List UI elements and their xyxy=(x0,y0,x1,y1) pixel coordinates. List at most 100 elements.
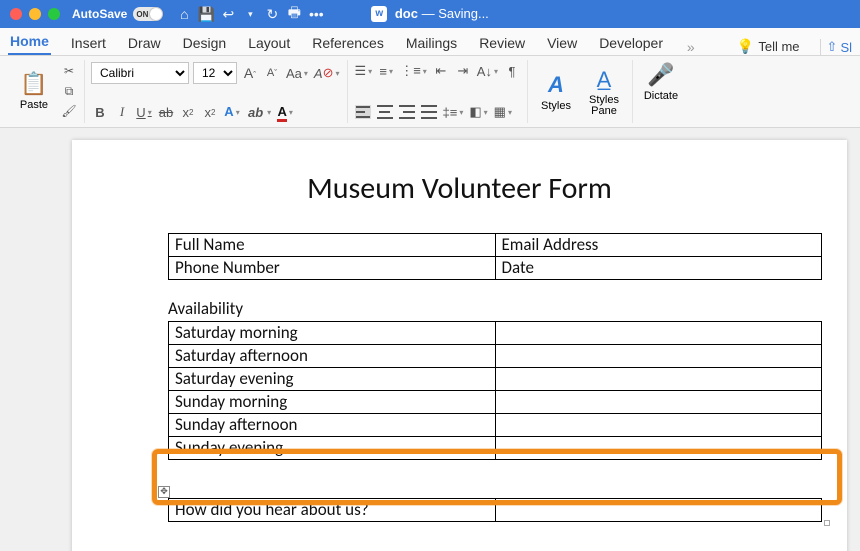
font-size-select[interactable]: 12 xyxy=(193,62,237,84)
tab-design[interactable]: Design xyxy=(181,31,229,55)
cell-phone[interactable]: Phone Number xyxy=(169,257,496,280)
autosave-toggle[interactable]: AutoSave ON xyxy=(72,7,163,21)
align-left-button[interactable] xyxy=(354,103,372,121)
show-marks-button[interactable]: ¶ xyxy=(503,62,521,80)
save-icon[interactable]: 💾 xyxy=(197,6,215,23)
align-right-button[interactable] xyxy=(398,103,416,121)
line-spacing-button[interactable]: ‡≡ xyxy=(442,103,465,121)
sort-button[interactable]: A↓ xyxy=(476,62,499,80)
title-sep: — xyxy=(422,6,439,21)
clear-formatting-icon[interactable]: A⊘ xyxy=(313,64,341,82)
subscript-button[interactable]: x2 xyxy=(179,103,197,121)
table-row[interactable]: Sunday afternoon xyxy=(169,414,822,437)
table-move-handle-icon[interactable]: ✥ xyxy=(158,486,170,498)
minimize-window-button[interactable] xyxy=(29,8,41,20)
table-row[interactable]: How did you hear about us? xyxy=(169,499,822,522)
share-icon: ⇧ xyxy=(827,39,838,55)
cell-hear-about[interactable]: How did you hear about us? xyxy=(169,499,496,522)
format-painter-icon[interactable]: 🖌 xyxy=(60,102,78,120)
underline-button[interactable]: U xyxy=(135,103,153,121)
table-row[interactable]: Phone Number Date xyxy=(169,257,822,280)
print-icon[interactable]: 🖶 xyxy=(285,2,303,26)
cell-hear-about-value[interactable] xyxy=(495,499,822,522)
tab-insert[interactable]: Insert xyxy=(69,31,108,55)
table-row[interactable]: Sunday evening xyxy=(169,437,822,460)
table-row[interactable]: Saturday morning xyxy=(169,322,822,345)
table-row[interactable]: Full Name Email Address xyxy=(169,234,822,257)
multilevel-list-button[interactable]: ⋮≡ xyxy=(399,62,428,80)
styles-pane-icon: A̲ xyxy=(597,67,612,93)
close-window-button[interactable] xyxy=(10,8,22,20)
increase-indent-button[interactable]: ⇥ xyxy=(454,62,472,80)
doc-title[interactable]: Museum Volunteer Form xyxy=(72,170,847,207)
italic-button[interactable]: I xyxy=(113,103,131,121)
dictate-label: Dictate xyxy=(644,90,678,102)
styles-pane-button[interactable]: A̲ Styles Pane xyxy=(582,67,626,117)
cell-email[interactable]: Email Address xyxy=(495,234,822,257)
table-row[interactable]: Saturday evening xyxy=(169,368,822,391)
share-label: Sl xyxy=(840,40,852,55)
autosave-label: AutoSave xyxy=(72,7,127,21)
tell-me-label: Tell me xyxy=(758,39,799,54)
group-paragraph: ☰ ≡ ⋮≡ ⇤ ⇥ A↓ ¶ ‡≡ ◧ ▦ xyxy=(348,60,528,123)
font-color-button[interactable]: A xyxy=(276,103,294,121)
cell-full-name[interactable]: Full Name xyxy=(169,234,496,257)
undo-icon[interactable]: ↩ xyxy=(219,6,237,23)
bold-button[interactable]: B xyxy=(91,103,109,121)
justify-button[interactable] xyxy=(420,103,438,121)
superscript-button[interactable]: x2 xyxy=(201,103,219,121)
titlebar: AutoSave ON ⌂ 💾 ↩ ▾ ↻ 🖶 ••• w doc — Savi… xyxy=(0,0,860,28)
tabs-overflow-icon[interactable]: » xyxy=(683,39,695,55)
availability-table[interactable]: Saturday morning Saturday afternoon Satu… xyxy=(168,321,822,460)
doc-name: doc xyxy=(395,6,418,21)
tell-me-search[interactable]: 💡 Tell me xyxy=(737,38,800,55)
tab-layout[interactable]: Layout xyxy=(246,31,292,55)
contact-table[interactable]: Full Name Email Address Phone Number Dat… xyxy=(168,233,822,280)
increase-font-icon[interactable]: Aˆ xyxy=(241,64,259,82)
cut-icon[interactable]: ✂ xyxy=(60,62,78,80)
autosave-switch[interactable]: ON xyxy=(133,7,163,21)
tab-view[interactable]: View xyxy=(545,31,579,55)
redo-icon[interactable]: ↻ xyxy=(263,6,281,23)
decrease-font-icon[interactable]: Aˇ xyxy=(263,64,281,82)
tab-home[interactable]: Home xyxy=(8,29,51,55)
align-center-button[interactable] xyxy=(376,103,394,121)
decrease-indent-button[interactable]: ⇤ xyxy=(432,62,450,80)
paste-button[interactable]: 📋 Paste xyxy=(12,71,56,111)
tab-mailings[interactable]: Mailings xyxy=(404,31,459,55)
availability-heading[interactable]: Availability xyxy=(168,298,847,319)
numbering-button[interactable]: ≡ xyxy=(377,62,395,80)
copy-icon[interactable]: ⧉ xyxy=(60,82,78,100)
highlight-button[interactable]: ab xyxy=(245,103,272,121)
page[interactable]: Museum Volunteer Form Full Name Email Ad… xyxy=(72,140,847,551)
table-row[interactable]: Saturday afternoon xyxy=(169,345,822,368)
styles-icon: A xyxy=(548,72,564,98)
home-icon[interactable]: ⌂ xyxy=(175,6,193,22)
tab-references[interactable]: References xyxy=(310,31,386,55)
document-workspace[interactable]: Museum Volunteer Form Full Name Email Ad… xyxy=(0,128,860,551)
dictate-button[interactable]: 🎤 Dictate xyxy=(639,62,683,102)
table-resize-handle-icon[interactable] xyxy=(824,520,830,526)
tab-developer[interactable]: Developer xyxy=(597,31,665,55)
text-effects-button[interactable]: A xyxy=(223,103,241,121)
tab-draw[interactable]: Draw xyxy=(126,31,163,55)
tab-review[interactable]: Review xyxy=(477,31,527,55)
borders-button[interactable]: ▦ xyxy=(493,103,513,121)
strikethrough-button[interactable]: ab xyxy=(157,103,175,121)
group-clipboard: 📋 Paste ✂ ⧉ 🖌 xyxy=(6,60,85,123)
styles-button[interactable]: A Styles xyxy=(534,72,578,112)
ribbon-tabs: Home Insert Draw Design Layout Reference… xyxy=(0,28,860,56)
more-icon[interactable]: ••• xyxy=(307,6,325,22)
group-styles: A Styles A̲ Styles Pane xyxy=(528,60,633,123)
undo-dropdown-icon[interactable]: ▾ xyxy=(241,9,259,20)
share-button[interactable]: ⇧ Sl xyxy=(820,39,852,55)
paste-label: Paste xyxy=(20,99,48,111)
cell-date[interactable]: Date xyxy=(495,257,822,280)
table-row[interactable]: Sunday morning xyxy=(169,391,822,414)
zoom-window-button[interactable] xyxy=(48,8,60,20)
font-name-select[interactable]: Calibri xyxy=(91,62,189,84)
hear-about-table[interactable]: How did you hear about us? xyxy=(168,498,822,522)
bullets-button[interactable]: ☰ xyxy=(354,62,374,80)
shading-button[interactable]: ◧ xyxy=(468,103,488,121)
change-case-icon[interactable]: Aa xyxy=(285,64,309,82)
